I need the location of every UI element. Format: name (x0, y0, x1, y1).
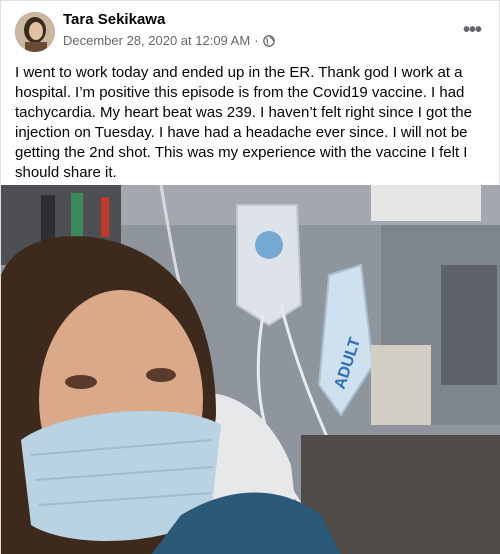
post-photo-image: ADULT (1, 185, 500, 554)
post-timestamp[interactable]: December 28, 2020 at 12:09 AM (63, 33, 250, 48)
facebook-post: Tara Sekikawa December 28, 2020 at 12:09… (0, 0, 500, 554)
avatar-image (15, 12, 55, 52)
post-meta: December 28, 2020 at 12:09 AM · (63, 33, 275, 48)
author-name[interactable]: Tara Sekikawa (63, 11, 165, 28)
post-header: Tara Sekikawa December 28, 2020 at 12:09… (1, 1, 500, 57)
globe-icon[interactable] (262, 34, 275, 47)
author-avatar[interactable] (15, 12, 55, 52)
more-options-button[interactable]: ••• (457, 15, 487, 45)
more-options-icon: ••• (462, 19, 482, 41)
post-text: I went to work today and ended up in the… (15, 64, 472, 181)
post-photo[interactable]: ADULT (1, 185, 500, 554)
meta-separator: · (254, 33, 259, 48)
